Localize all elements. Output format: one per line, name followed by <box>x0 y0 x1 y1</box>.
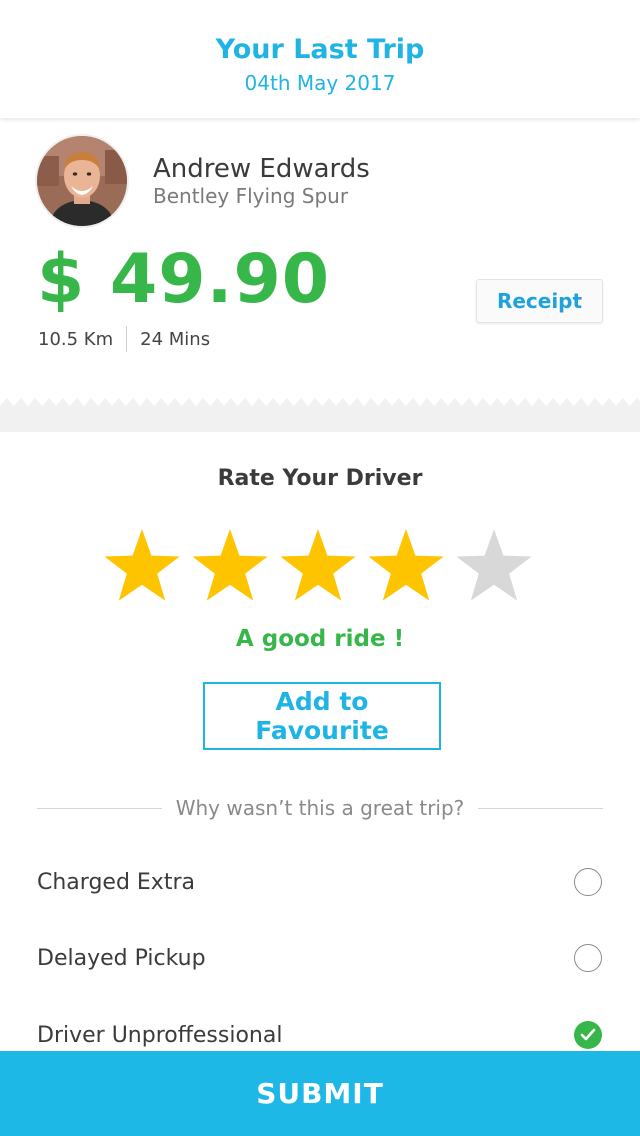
radio-button[interactable] <box>574 868 602 896</box>
star-icon[interactable] <box>190 527 270 603</box>
trip-distance: 10.5 Km <box>38 328 114 350</box>
trip-price: $ 49.90 <box>37 240 331 319</box>
divider-line-right <box>478 807 604 809</box>
issue-option[interactable]: Charged Extra <box>0 856 640 916</box>
radio-button[interactable] <box>574 944 602 972</box>
trip-stats: 10.5 Km 24 Mins <box>38 326 210 352</box>
rating-section: Rate Your Driver A good ride ! Add to Fa… <box>0 432 640 1136</box>
radio-button[interactable] <box>574 1021 602 1049</box>
issues-prompt: Why wasn’t this a great trip? <box>175 796 465 820</box>
submit-button[interactable]: SUBMIT <box>0 1051 640 1136</box>
star-rating[interactable] <box>102 527 542 607</box>
trip-duration: 24 Mins <box>140 328 211 350</box>
rate-driver-title: Rate Your Driver <box>217 466 423 491</box>
divider-line-left <box>37 807 162 809</box>
star-icon[interactable] <box>366 527 446 603</box>
star-icon[interactable] <box>102 527 182 603</box>
issue-option-label: Driver Unproffessional <box>37 1023 283 1048</box>
issue-option-label: Charged Extra <box>37 870 195 895</box>
car-model: Bentley Flying Spur <box>153 184 349 208</box>
star-icon[interactable] <box>278 527 358 603</box>
page-title: Your Last Trip <box>215 34 425 65</box>
header: Your Last Trip 04th May 2017 <box>0 0 640 118</box>
issues-divider: Why wasn’t this a great trip? <box>37 794 604 822</box>
stats-divider <box>126 326 128 352</box>
star-icon[interactable] <box>454 527 534 603</box>
add-to-favourite-button[interactable]: Add to Favourite <box>203 682 441 750</box>
receipt-zigzag-edge <box>0 398 640 418</box>
trip-date: 04th May 2017 <box>244 71 396 95</box>
issue-option-label: Delayed Pickup <box>37 946 206 971</box>
checkmark-icon <box>580 1028 596 1041</box>
driver-avatar <box>37 136 127 226</box>
trip-summary-card: Andrew Edwards Bentley Flying Spur $ 49.… <box>0 118 640 418</box>
rating-feedback-text: A good ride ! <box>235 626 405 652</box>
issue-option[interactable]: Delayed Pickup <box>0 932 640 992</box>
driver-name: Andrew Edwards <box>153 154 370 184</box>
receipt-button[interactable]: Receipt <box>476 279 603 323</box>
